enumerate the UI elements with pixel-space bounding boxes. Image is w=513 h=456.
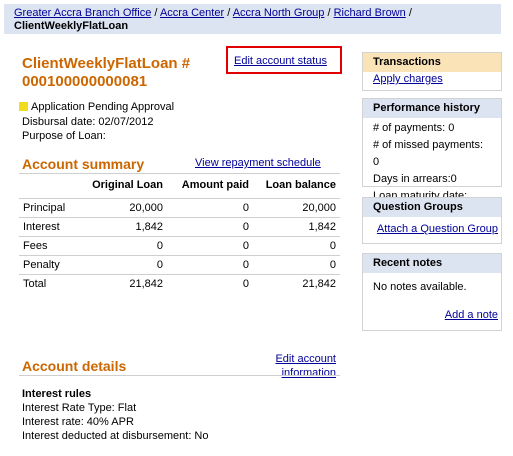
interest-rules: Interest rules Interest Rate Type: Flat …	[22, 387, 209, 443]
details-divider	[19, 375, 340, 376]
breadcrumb-separator: /	[327, 7, 331, 19]
row-label: Total	[19, 274, 87, 294]
breadcrumb-current: ClientWeeklyFlatLoan	[14, 20, 129, 32]
account-summary-heading: Account summary	[22, 156, 145, 172]
breadcrumb-group[interactable]: Accra North Group	[233, 7, 325, 19]
cell-paid: 0	[167, 217, 253, 237]
missed-payments-count: # of missed payments: 0	[373, 139, 484, 168]
status-text: Application Pending Approval	[31, 101, 175, 113]
breadcrumb-separator: /	[154, 7, 158, 19]
breadcrumb-branch-office[interactable]: Greater Accra Branch Office	[14, 7, 151, 19]
cell-balance: 0	[253, 255, 340, 275]
row-label: Principal	[19, 198, 87, 218]
cell-original: 1,842	[87, 217, 167, 237]
question-groups-title: Question Groups	[363, 198, 501, 217]
transactions-panel: Transactions Apply charges	[362, 52, 502, 91]
row-label: Fees	[19, 236, 87, 256]
interest-rate-type: Interest Rate Type: Flat	[22, 402, 137, 414]
cell-balance: 20,000	[253, 198, 340, 218]
column-header-original-loan: Original Loan	[92, 179, 163, 191]
question-groups-panel: Question Groups Attach a Question Group	[362, 197, 502, 244]
purpose-of-loan: Purpose of Loan:	[22, 130, 106, 142]
table-row: Principal 20,000 0 20,000	[19, 198, 340, 218]
cell-paid: 0	[167, 198, 253, 218]
table-header-row: Original Loan Amount paid Loan balance	[19, 177, 340, 199]
transactions-title: Transactions	[363, 53, 501, 72]
edit-account-information-link-line1[interactable]: Edit account	[275, 353, 336, 365]
status-indicator-icon	[19, 102, 28, 111]
summary-divider	[19, 173, 340, 174]
recent-notes-panel: Recent notes No notes available. Add a n…	[362, 253, 502, 331]
interest-deducted: Interest deducted at disbursement: No	[22, 430, 209, 442]
breadcrumb-client[interactable]: Richard Brown	[334, 7, 406, 19]
disbursal-date: Disbursal date: 02/07/2012	[22, 116, 154, 128]
cell-original: 21,842	[87, 274, 167, 294]
days-in-arrears: Days in arrears:0	[373, 173, 457, 185]
table-row: Penalty 0 0 0	[19, 255, 340, 275]
attach-question-group-link[interactable]: Attach a Question Group	[377, 223, 498, 235]
cell-balance: 1,842	[253, 217, 340, 237]
payments-count: # of payments: 0	[373, 122, 455, 134]
performance-history-panel: Performance history # of payments: 0 # o…	[362, 98, 502, 202]
column-header-amount-paid: Amount paid	[181, 179, 249, 191]
view-repayment-schedule-link[interactable]: View repayment schedule	[195, 157, 321, 169]
cell-paid: 0	[167, 236, 253, 256]
interest-rules-title: Interest rules	[22, 388, 92, 400]
cell-original: 0	[87, 236, 167, 256]
row-label: Interest	[19, 217, 87, 237]
cell-balance: 21,842	[253, 274, 340, 294]
column-header-loan-balance: Loan balance	[265, 179, 336, 191]
cell-balance: 0	[253, 236, 340, 256]
recent-notes-title: Recent notes	[363, 254, 501, 273]
breadcrumb: Greater Accra Branch Office / Accra Cent…	[4, 4, 501, 34]
breadcrumb-separator: /	[408, 7, 412, 19]
loan-meta: Disbursal date: 02/07/2012 Purpose of Lo…	[22, 115, 153, 143]
add-note-link[interactable]: Add a note	[445, 309, 498, 321]
apply-charges-link[interactable]: Apply charges	[373, 73, 443, 85]
cell-original: 20,000	[87, 198, 167, 218]
account-details-heading: Account details	[22, 358, 127, 374]
breadcrumb-separator: /	[227, 7, 231, 19]
table-row: Fees 0 0 0	[19, 236, 340, 256]
page-title: ClientWeeklyFlatLoan # 000100000000081	[22, 55, 191, 90]
interest-rate: Interest rate: 40% APR	[22, 416, 134, 428]
edit-account-information-link-line2[interactable]: information	[282, 367, 336, 379]
breadcrumb-center[interactable]: Accra Center	[160, 7, 224, 19]
table-row: Interest 1,842 0 1,842	[19, 217, 340, 237]
row-label: Penalty	[19, 255, 87, 275]
cell-original: 0	[87, 255, 167, 275]
status-line: Application Pending Approval	[19, 100, 174, 114]
performance-history-title: Performance history	[363, 99, 501, 118]
cell-paid: 0	[167, 255, 253, 275]
no-notes-text: No notes available.	[373, 281, 467, 293]
table-row-total: Total 21,842 0 21,842	[19, 274, 340, 294]
cell-paid: 0	[167, 274, 253, 294]
edit-account-status-box: Edit account status	[226, 46, 342, 74]
account-summary-table: Original Loan Amount paid Loan balance P…	[19, 177, 340, 294]
column-header	[19, 177, 87, 199]
edit-account-status-link[interactable]: Edit account status	[234, 55, 327, 67]
